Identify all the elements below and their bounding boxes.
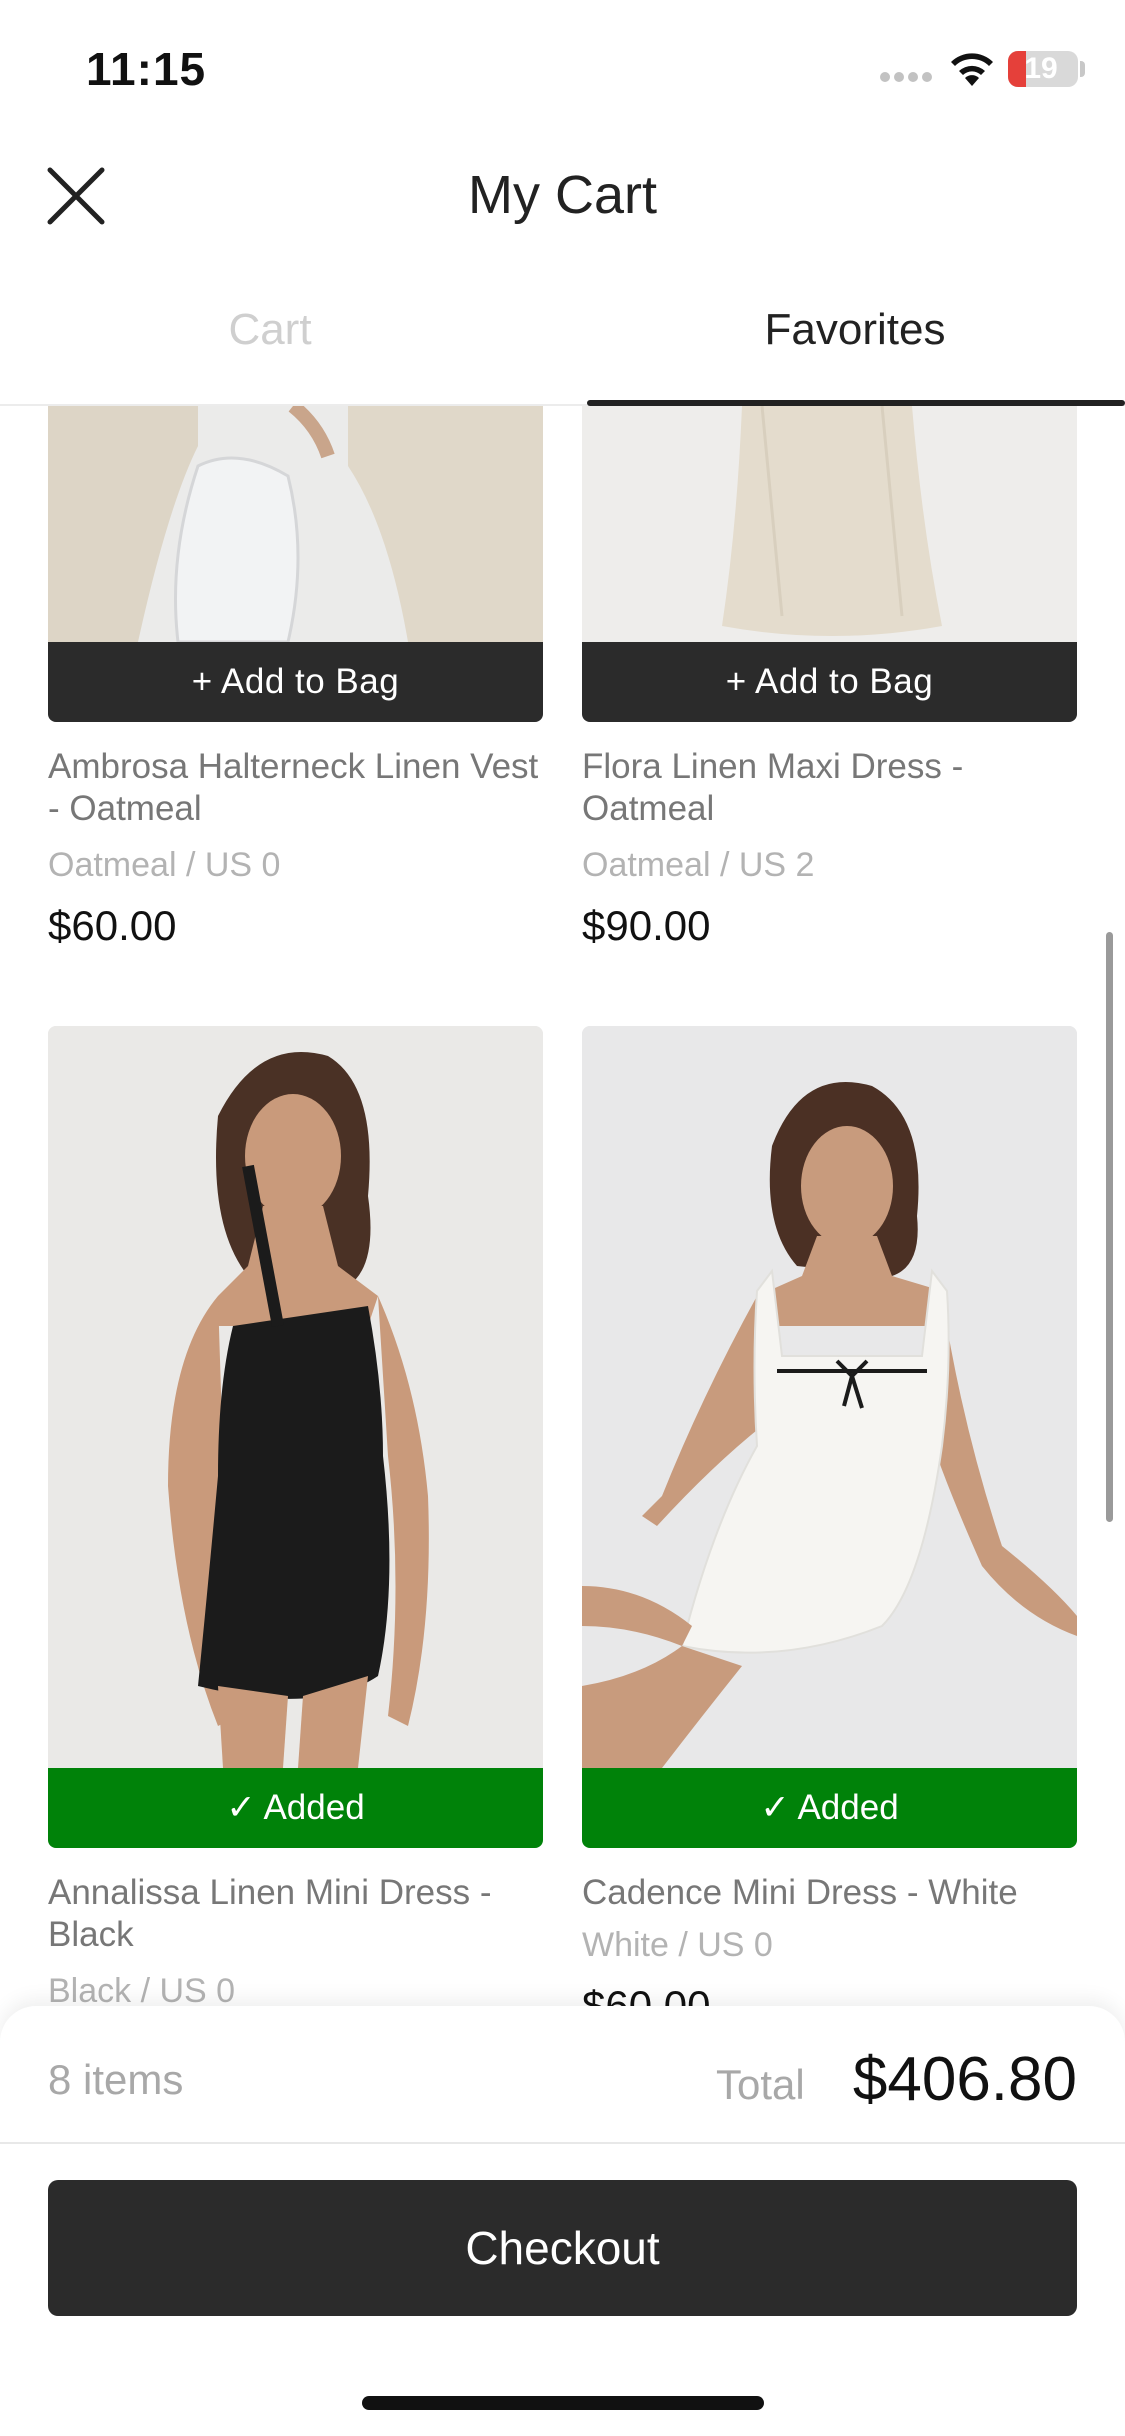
- product-card[interactable]: + Add to Bag Flora Linen Maxi Dress - Oa…: [582, 406, 1077, 966]
- product-image[interactable]: [582, 1026, 1077, 1768]
- tab-favorites[interactable]: Favorites: [585, 290, 1125, 406]
- divider: [0, 2142, 1125, 2144]
- product-name[interactable]: Annalissa Linen Mini Dress - Black: [48, 1872, 543, 1956]
- status-bar: 11:15 19: [0, 0, 1125, 140]
- status-time: 11:15: [86, 43, 207, 95]
- home-indicator[interactable]: [362, 2396, 764, 2410]
- battery-level: 19: [1024, 52, 1058, 85]
- checkout-footer: 8 items Total $406.80 Checkout: [0, 2006, 1125, 2436]
- checkout-button[interactable]: Checkout: [48, 2180, 1077, 2316]
- total-value: $406.80: [852, 2045, 1077, 2114]
- product-card[interactable]: + Add to Bag Ambrosa Halterneck Linen Ve…: [48, 406, 543, 966]
- product-name[interactable]: Ambrosa Halterneck Linen Vest - Oatmeal: [48, 746, 543, 830]
- product-variant: Oatmeal / US 2: [582, 846, 815, 884]
- product-image[interactable]: [48, 406, 543, 642]
- product-price: $60.00: [48, 902, 177, 949]
- product-name[interactable]: Cadence Mini Dress - White: [582, 1872, 1077, 1914]
- product-card[interactable]: ✓ Added Annalissa Linen Mini Dress - Bla…: [48, 1026, 543, 2006]
- product-price: $90.00: [582, 902, 711, 949]
- product-name[interactable]: Flora Linen Maxi Dress - Oatmeal: [582, 746, 1077, 830]
- signal-icon: [880, 72, 934, 86]
- favorites-grid[interactable]: + Add to Bag Ambrosa Halterneck Linen Ve…: [0, 406, 1125, 2006]
- product-card[interactable]: ✓ Added Cadence Mini Dress - White White…: [582, 1026, 1077, 2006]
- tab-cart[interactable]: Cart: [0, 290, 540, 406]
- product-image[interactable]: [48, 1026, 543, 1768]
- tab-bar: Cart Favorites: [0, 290, 1125, 406]
- scrollbar[interactable]: [1106, 932, 1113, 1522]
- product-variant: Oatmeal / US 0: [48, 846, 281, 884]
- add-to-bag-button[interactable]: + Add to Bag: [48, 642, 543, 722]
- total-label: Total: [716, 2061, 805, 2108]
- product-variant: White / US 0: [582, 1926, 773, 1964]
- product-variant: Black / US 0: [48, 1972, 236, 2006]
- wifi-icon: [951, 53, 993, 86]
- product-image[interactable]: [582, 406, 1077, 642]
- added-button[interactable]: ✓ Added: [582, 1768, 1077, 1848]
- battery-tip: [1080, 61, 1085, 77]
- battery-icon: 19: [1008, 51, 1078, 87]
- items-count: 8 items: [48, 2056, 184, 2103]
- added-button[interactable]: ✓ Added: [48, 1768, 543, 1848]
- add-to-bag-button[interactable]: + Add to Bag: [582, 642, 1077, 722]
- page-title: My Cart: [468, 165, 657, 225]
- product-price: $60.00: [582, 1982, 711, 2006]
